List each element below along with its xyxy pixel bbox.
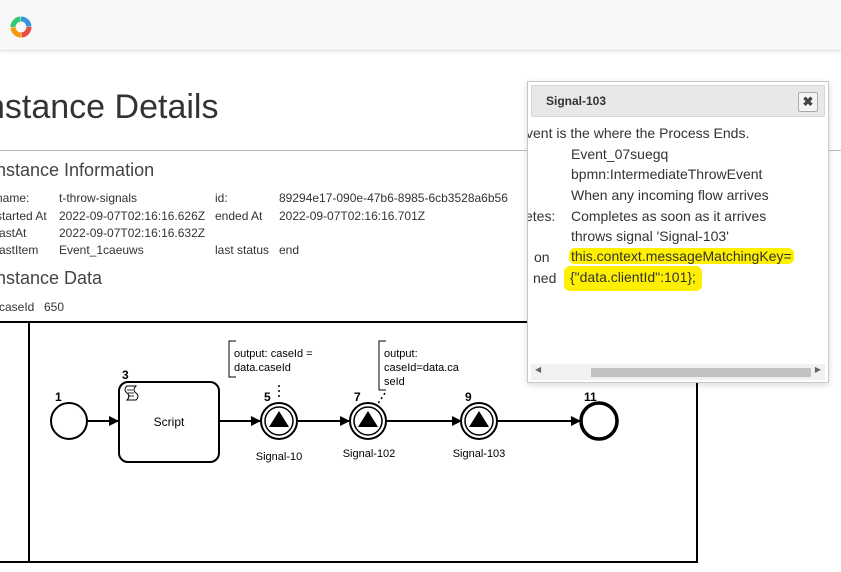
popup-horizontal-scrollbar[interactable]: ◀ ▶: [531, 364, 825, 380]
event-9-number: 9: [465, 390, 472, 404]
text-annotation-1[interactable]: output: caseId = data.caseId: [228, 340, 313, 400]
annotation-2-line-3: seId: [384, 376, 405, 388]
scrollbar-thumb[interactable]: [591, 368, 811, 377]
event-7-label: Signal-102: [343, 448, 396, 460]
page-title: nstance Details: [0, 88, 219, 126]
scroll-left-arrow-icon[interactable]: ◀: [535, 365, 541, 374]
popup-line-expression-2: {"data.clientId":101};: [564, 266, 702, 291]
name-label: name:: [0, 191, 30, 205]
popup-header[interactable]: Signal-103 ✖: [531, 85, 825, 117]
start-event[interactable]: [50, 402, 88, 440]
started-at-label: started At: [0, 209, 47, 223]
scroll-right-arrow-icon[interactable]: ▶: [815, 365, 821, 374]
annotation-1-line-1: output: caseId =: [234, 348, 313, 360]
popup-line-completes: Completes as soon as it arrives: [571, 208, 767, 224]
started-at-value: 2022-09-07T02:16:16.626Z: [59, 209, 206, 223]
popup-line-throws: throws signal 'Signal-103': [571, 228, 729, 244]
element-details-popup[interactable]: Signal-103 ✖ vent is the where the Proce…: [527, 81, 829, 383]
event-5-number: 5: [264, 390, 271, 404]
last-at-value: 2022-09-07T02:16:16.632Z: [59, 226, 206, 240]
id-label: id:: [215, 191, 228, 205]
last-item-value: Event_1caeuws: [59, 243, 144, 257]
top-navbar: [0, 0, 841, 51]
name-value: t-throw-signals: [59, 191, 138, 205]
last-status-label: last status: [215, 243, 270, 257]
data-key: caseId: [0, 300, 35, 314]
end-event-number: 11: [584, 390, 597, 404]
annotation-1-line-2: data.caseId: [234, 362, 291, 374]
event-9-label: Signal-103: [453, 448, 506, 460]
data-value: 650: [44, 300, 65, 314]
app-logo-icon[interactable]: [10, 16, 32, 38]
event-5-label: Signal-10: [256, 451, 302, 463]
script-task-number: 3: [122, 368, 129, 382]
popup-line-expression-1: this.context.messageMatchingKey=: [569, 248, 794, 264]
close-button[interactable]: ✖: [798, 92, 818, 112]
instance-data-heading: nstance Data: [0, 268, 103, 288]
popup-line-starts: When any incoming flow arrives: [571, 187, 769, 203]
popup-line-description: vent is the where the Process Ends.: [527, 125, 750, 141]
event-7-number: 7: [354, 390, 361, 404]
popup-line-id: Event_07suegq: [571, 146, 669, 162]
ended-at-label: ended At: [215, 209, 263, 223]
ended-at-value: 2022-09-07T02:16:16.701Z: [279, 209, 426, 223]
popup-title: Signal-103: [546, 94, 607, 108]
annotation-2-line-1: output:: [384, 348, 418, 360]
popup-label-completes: etes:: [527, 208, 556, 224]
instance-info-heading: nstance Information: [0, 160, 155, 180]
last-item-label: astItem: [0, 243, 39, 257]
end-event[interactable]: [579, 401, 619, 441]
popup-line-type: bpmn:IntermediateThrowEvent: [571, 166, 763, 182]
id-value: 89294e17-090e-47b6-8985-6cb3528a6b56: [279, 191, 508, 205]
script-task-label: Script: [154, 415, 185, 429]
annotation-2-line-2: caseId=data.ca: [384, 362, 460, 374]
popup-label-ned: ned: [533, 270, 557, 286]
popup-label-on: on: [534, 249, 550, 265]
start-event-number: 1: [55, 390, 62, 404]
last-at-label: astAt: [0, 226, 27, 240]
text-annotation-2[interactable]: output: caseId=data.ca seId: [376, 340, 460, 406]
last-status-value: end: [279, 243, 300, 257]
